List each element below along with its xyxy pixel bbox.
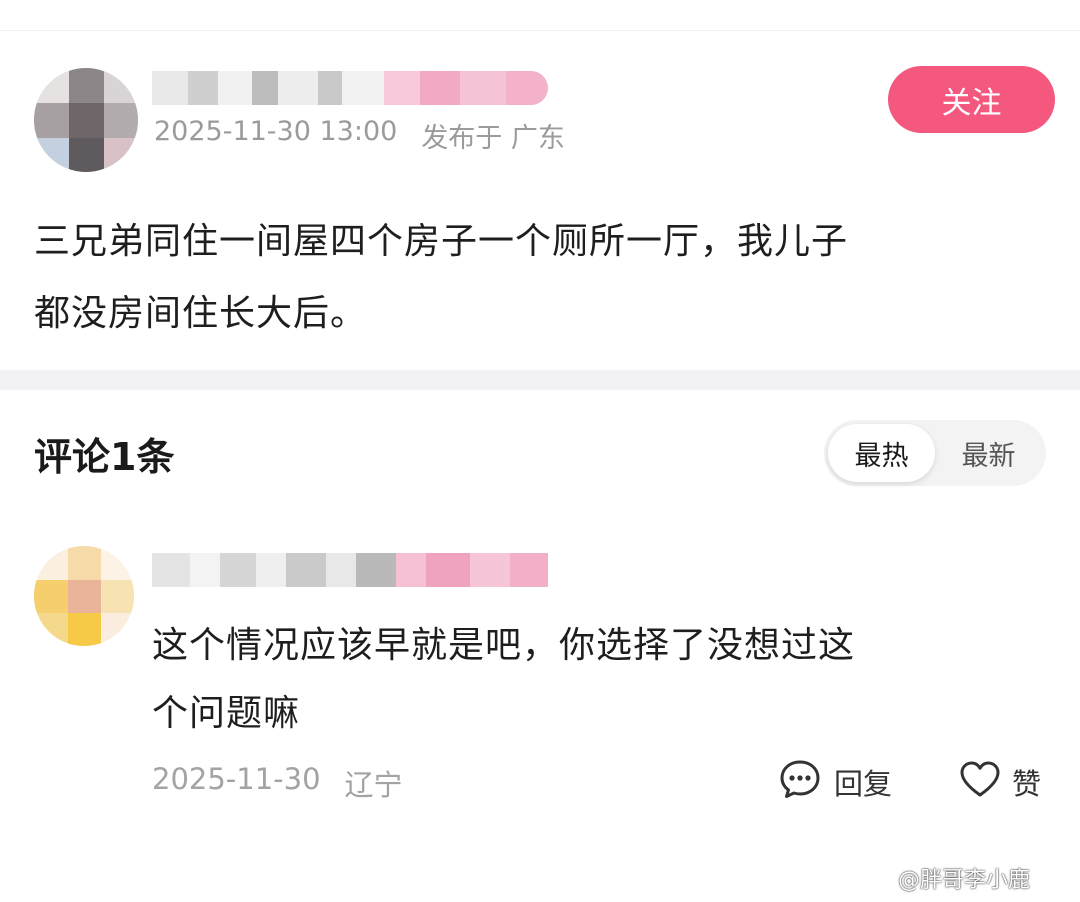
- like-label: 赞: [1012, 767, 1042, 801]
- post-body: 三兄弟同住一间屋四个房子一个厕所一厅，我儿子 都没房间住长大后。: [34, 206, 1044, 350]
- watermark: @胖哥李小鹿: [860, 862, 1030, 894]
- commenter-avatar[interactable]: [34, 546, 134, 646]
- comment-location: 辽宁: [344, 768, 403, 802]
- like-button[interactable]: 赞: [958, 760, 1041, 804]
- sort-new-tab[interactable]: 最新: [935, 424, 1042, 482]
- follow-button[interactable]: 关注: [888, 66, 1055, 133]
- post-meta: 2025-11-30 13:00 发布于 广东: [154, 116, 565, 154]
- top-divider: [0, 30, 1080, 31]
- comments-count-title: 评论1条: [34, 435, 175, 479]
- post-author-avatar[interactable]: [34, 68, 138, 172]
- watermark-text: @胖哥李小鹿: [898, 868, 1031, 893]
- reply-label: 回复: [834, 767, 893, 801]
- post-body-line: 三兄弟同住一间屋四个房子一个厕所一厅，我儿子: [34, 221, 849, 262]
- comment-body: 这个情况应该早就是吧，你选择了没想过这 个问题嘛: [152, 612, 1052, 748]
- post-author-name[interactable]: [152, 70, 552, 106]
- post-date: 2025-11-30 13:00: [154, 116, 398, 147]
- post-body-line: 都没房间住长大后。: [34, 293, 368, 334]
- comment-sort-toggle: 最热 最新: [824, 420, 1046, 486]
- commenter-name[interactable]: [152, 550, 622, 590]
- section-divider: [0, 370, 1080, 390]
- comment-meta: 2025-11-30 辽宁: [152, 762, 403, 804]
- weibo-logo-icon: [860, 863, 894, 893]
- comment-date: 2025-11-30: [152, 762, 321, 796]
- post-detail-page: 2025-11-30 13:00 发布于 广东 关注 三兄弟同住一间屋四个房子一…: [0, 0, 1080, 902]
- comment-body-line: 个问题嘛: [152, 693, 301, 734]
- comment-bubble-icon: [778, 757, 822, 808]
- reply-button[interactable]: 回复: [778, 760, 892, 804]
- sort-hot-tab[interactable]: 最热: [828, 424, 935, 482]
- comment-body-line: 这个情况应该早就是吧，你选择了没想过这: [152, 625, 856, 666]
- heart-icon: [958, 757, 1002, 808]
- post-location: 发布于 广东: [421, 123, 565, 154]
